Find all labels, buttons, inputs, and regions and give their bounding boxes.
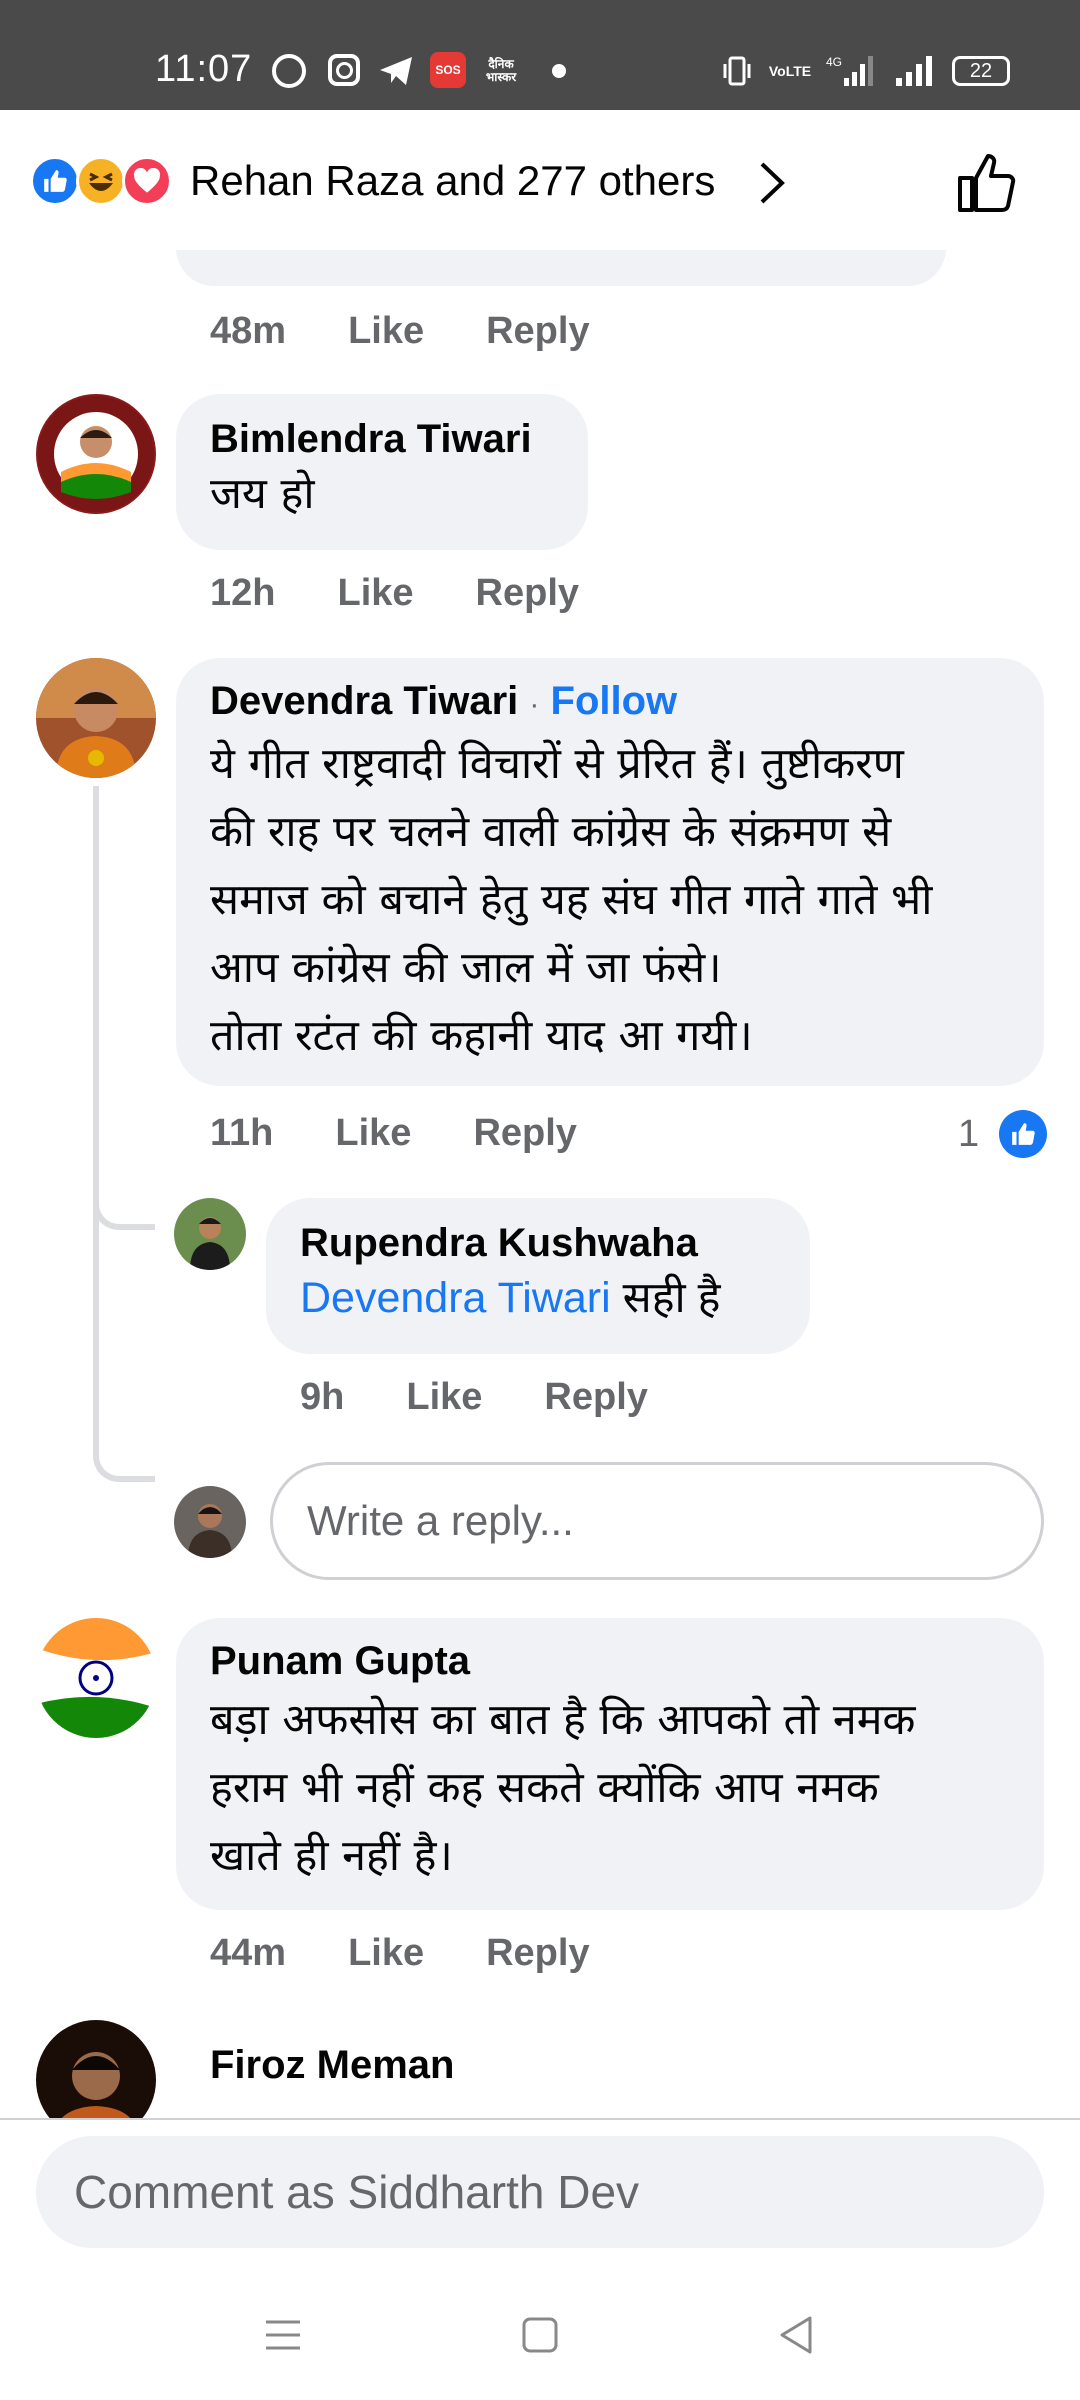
like-count-number: 1 — [958, 1112, 980, 1155]
avatar[interactable] — [174, 1198, 246, 1270]
follow-button[interactable]: Follow — [551, 679, 678, 723]
haha-reaction-icon — [76, 156, 126, 206]
reply-author[interactable]: Rupendra Kushwaha — [300, 1218, 776, 1268]
like-link[interactable]: Like — [348, 1932, 424, 1975]
comment-author[interactable]: Devendra Tiwari — [210, 679, 518, 723]
comment-line: हराम भी नहीं कह सकते क्योंकि आप नमक — [210, 1763, 879, 1813]
divider — [0, 2118, 1080, 2120]
home-icon[interactable] — [515, 2310, 565, 2360]
avatar[interactable] — [36, 658, 156, 778]
notification-dot-icon — [552, 64, 566, 78]
comment-line: की राह पर चलने वाली कांग्रेस के संक्रमण … — [210, 807, 892, 857]
reply-link[interactable]: Reply — [473, 1112, 576, 1155]
love-reaction-icon — [122, 156, 172, 206]
comment-line: तोता रटंत की कहानी याद आ गयी। — [210, 1011, 753, 1061]
news-app-icon: दैनिक भास्कर — [485, 57, 517, 84]
comment-header: Devendra Tiwari · Follow — [210, 676, 1010, 730]
mention-link[interactable]: Devendra Tiwari — [300, 1274, 611, 1322]
comment-time: 48m — [210, 310, 287, 352]
comment-author[interactable]: Firoz Meman — [210, 2040, 454, 2090]
comment-actions: 44m Like Reply — [210, 1932, 652, 1975]
battery-icon: 22 — [952, 56, 1010, 86]
reply-time: 9h — [300, 1376, 345, 1418]
comment-time: 12h — [210, 572, 276, 614]
like-reaction-icon — [999, 1110, 1048, 1158]
reply-link[interactable]: Reply — [476, 572, 579, 615]
reply-text: Devendra Tiwari सही है — [300, 1268, 776, 1328]
reply-link[interactable]: Reply — [486, 1932, 589, 1975]
comment-actions: 48m Like Reply — [210, 310, 652, 353]
whatsapp-icon — [272, 54, 306, 88]
like-link[interactable]: Like — [337, 572, 413, 615]
comment-bubble[interactable]: Bimlendra Tiwari जय हो — [176, 394, 588, 550]
comment-input[interactable]: Comment as Siddharth Dev — [36, 2136, 1044, 2248]
sos-icon: SOS — [430, 52, 466, 88]
comment-actions: 11h Like Reply — [210, 1112, 639, 1155]
telegram-icon — [378, 54, 414, 88]
thread-line — [93, 786, 155, 1230]
reactions-header[interactable]: Rehan Raza and 277 others — [0, 110, 1080, 250]
status-bar: 11:07 SOS दैनिक भास्कर VoLTE 4G 22 — [0, 0, 1080, 110]
comment-text: जय हो — [210, 469, 315, 519]
svg-text:4G: 4G — [826, 55, 842, 69]
comment-line: ये गीत राष्ट्रवादी विचारों से प्रेरित है… — [210, 739, 904, 789]
comment-time: 11h — [210, 1112, 274, 1154]
comment-line: समाज को बचाने हेतु यह संघ गीत गाते गाते … — [210, 875, 933, 925]
reply-bubble[interactable]: Rupendra Kushwaha Devendra Tiwari सही है — [266, 1198, 810, 1354]
comment-bubble[interactable]: Punam Gupta बड़ा अफसोस का बात है कि आपको… — [176, 1618, 1044, 1910]
signal-4g-icon: 4G — [826, 54, 874, 88]
avatar[interactable] — [36, 2020, 156, 2118]
comment-author[interactable]: Punam Gupta — [210, 1636, 1010, 1686]
vibrate-icon — [722, 54, 752, 88]
clock: 11:07 — [155, 48, 253, 90]
separator: · — [529, 688, 540, 721]
signal-icon — [894, 54, 936, 88]
like-reaction-icon — [30, 156, 80, 206]
menu-icon[interactable] — [258, 2310, 308, 2360]
reply-actions: 9h Like Reply — [300, 1376, 710, 1419]
volte-icon: VoLTE — [768, 62, 812, 79]
reactors-summary[interactable]: Rehan Raza and 277 others — [190, 156, 715, 206]
instagram-icon — [328, 54, 360, 86]
reply-text-body: सही है — [610, 1274, 721, 1322]
system-nav-bar — [0, 2270, 1080, 2400]
comment-author[interactable]: Bimlendra Tiwari — [210, 414, 554, 464]
like-link[interactable]: Like — [335, 1112, 411, 1155]
like-link[interactable]: Like — [406, 1376, 482, 1419]
comment-line: खाते ही नहीं है। — [210, 1831, 453, 1881]
comment-like-count[interactable]: 1 — [958, 1110, 1048, 1158]
avatar[interactable] — [36, 1618, 156, 1738]
comment-time: 44m — [210, 1932, 287, 1974]
avatar — [174, 1486, 246, 1558]
comment-actions: 12h Like Reply — [210, 572, 641, 615]
avatar[interactable] — [36, 394, 156, 514]
back-icon[interactable] — [772, 2310, 822, 2360]
comment-bubble[interactable]: Devendra Tiwari · Follow ये गीत राष्ट्रव… — [176, 658, 1044, 1086]
like-link[interactable]: Like — [348, 310, 424, 353]
comment-line: बड़ा अफसोस का बात है कि आपको तो नमक — [210, 1695, 916, 1745]
reaction-icons — [30, 156, 172, 206]
comment-line: आप कांग्रेस की जाल में जा फंसे। — [210, 943, 722, 993]
comment-feed[interactable]: 48m Like Reply Bimlendra Tiwari जय हो 12… — [0, 250, 1080, 2118]
like-post-button[interactable] — [956, 150, 1018, 214]
reply-link[interactable]: Reply — [544, 1376, 647, 1419]
comment-bubble-partial — [176, 250, 946, 286]
reply-link[interactable]: Reply — [486, 310, 589, 353]
chevron-right-icon[interactable] — [752, 158, 792, 208]
write-reply-input[interactable]: Write a reply... — [270, 1462, 1044, 1580]
